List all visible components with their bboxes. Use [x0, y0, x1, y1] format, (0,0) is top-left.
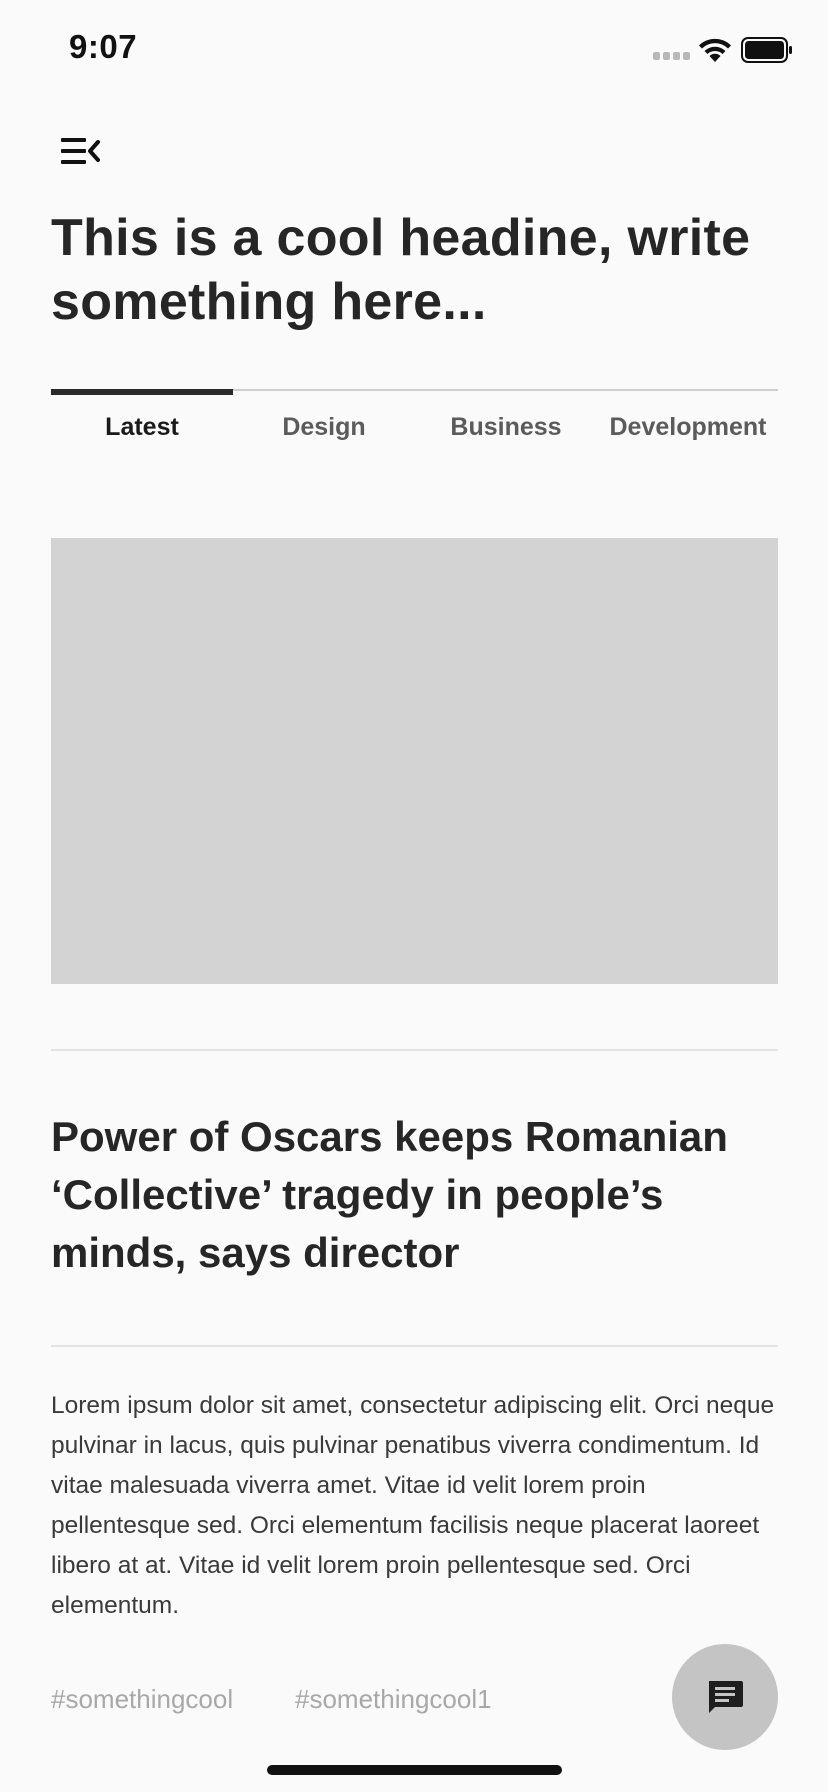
tab-design[interactable]: Design: [233, 413, 415, 442]
status-time: 9:07: [69, 28, 138, 65]
chat-button[interactable]: [672, 1644, 778, 1750]
article-title[interactable]: Power of Oscars keeps Romanian ‘Collecti…: [51, 1108, 781, 1282]
hashtag-link[interactable]: #somethingcool: [51, 1684, 233, 1715]
chat-icon: [709, 1681, 743, 1713]
category-tabs: Latest Design Business Development: [51, 389, 778, 461]
tab-development[interactable]: Development: [597, 413, 779, 442]
divider: [51, 1345, 778, 1347]
menu-collapse-icon: [61, 138, 100, 164]
app-screen: 9:07 This is a cool headine, write somet…: [0, 0, 828, 1792]
tab-business[interactable]: Business: [415, 413, 597, 442]
signal-icon: [653, 52, 690, 60]
active-tab-indicator: [51, 389, 233, 395]
page-headline: This is a cool headine, write something …: [51, 209, 751, 331]
article-body: Lorem ipsum dolor sit amet, consectetur …: [51, 1392, 775, 1619]
hashtag-link[interactable]: #somethingcool1: [295, 1684, 492, 1715]
menu-button[interactable]: [58, 132, 104, 170]
wifi-icon: [699, 38, 731, 62]
article-image[interactable]: [51, 538, 778, 984]
battery-icon: [741, 37, 792, 63]
tab-latest[interactable]: Latest: [51, 413, 233, 442]
home-indicator[interactable]: [267, 1765, 562, 1775]
divider: [51, 1049, 778, 1051]
